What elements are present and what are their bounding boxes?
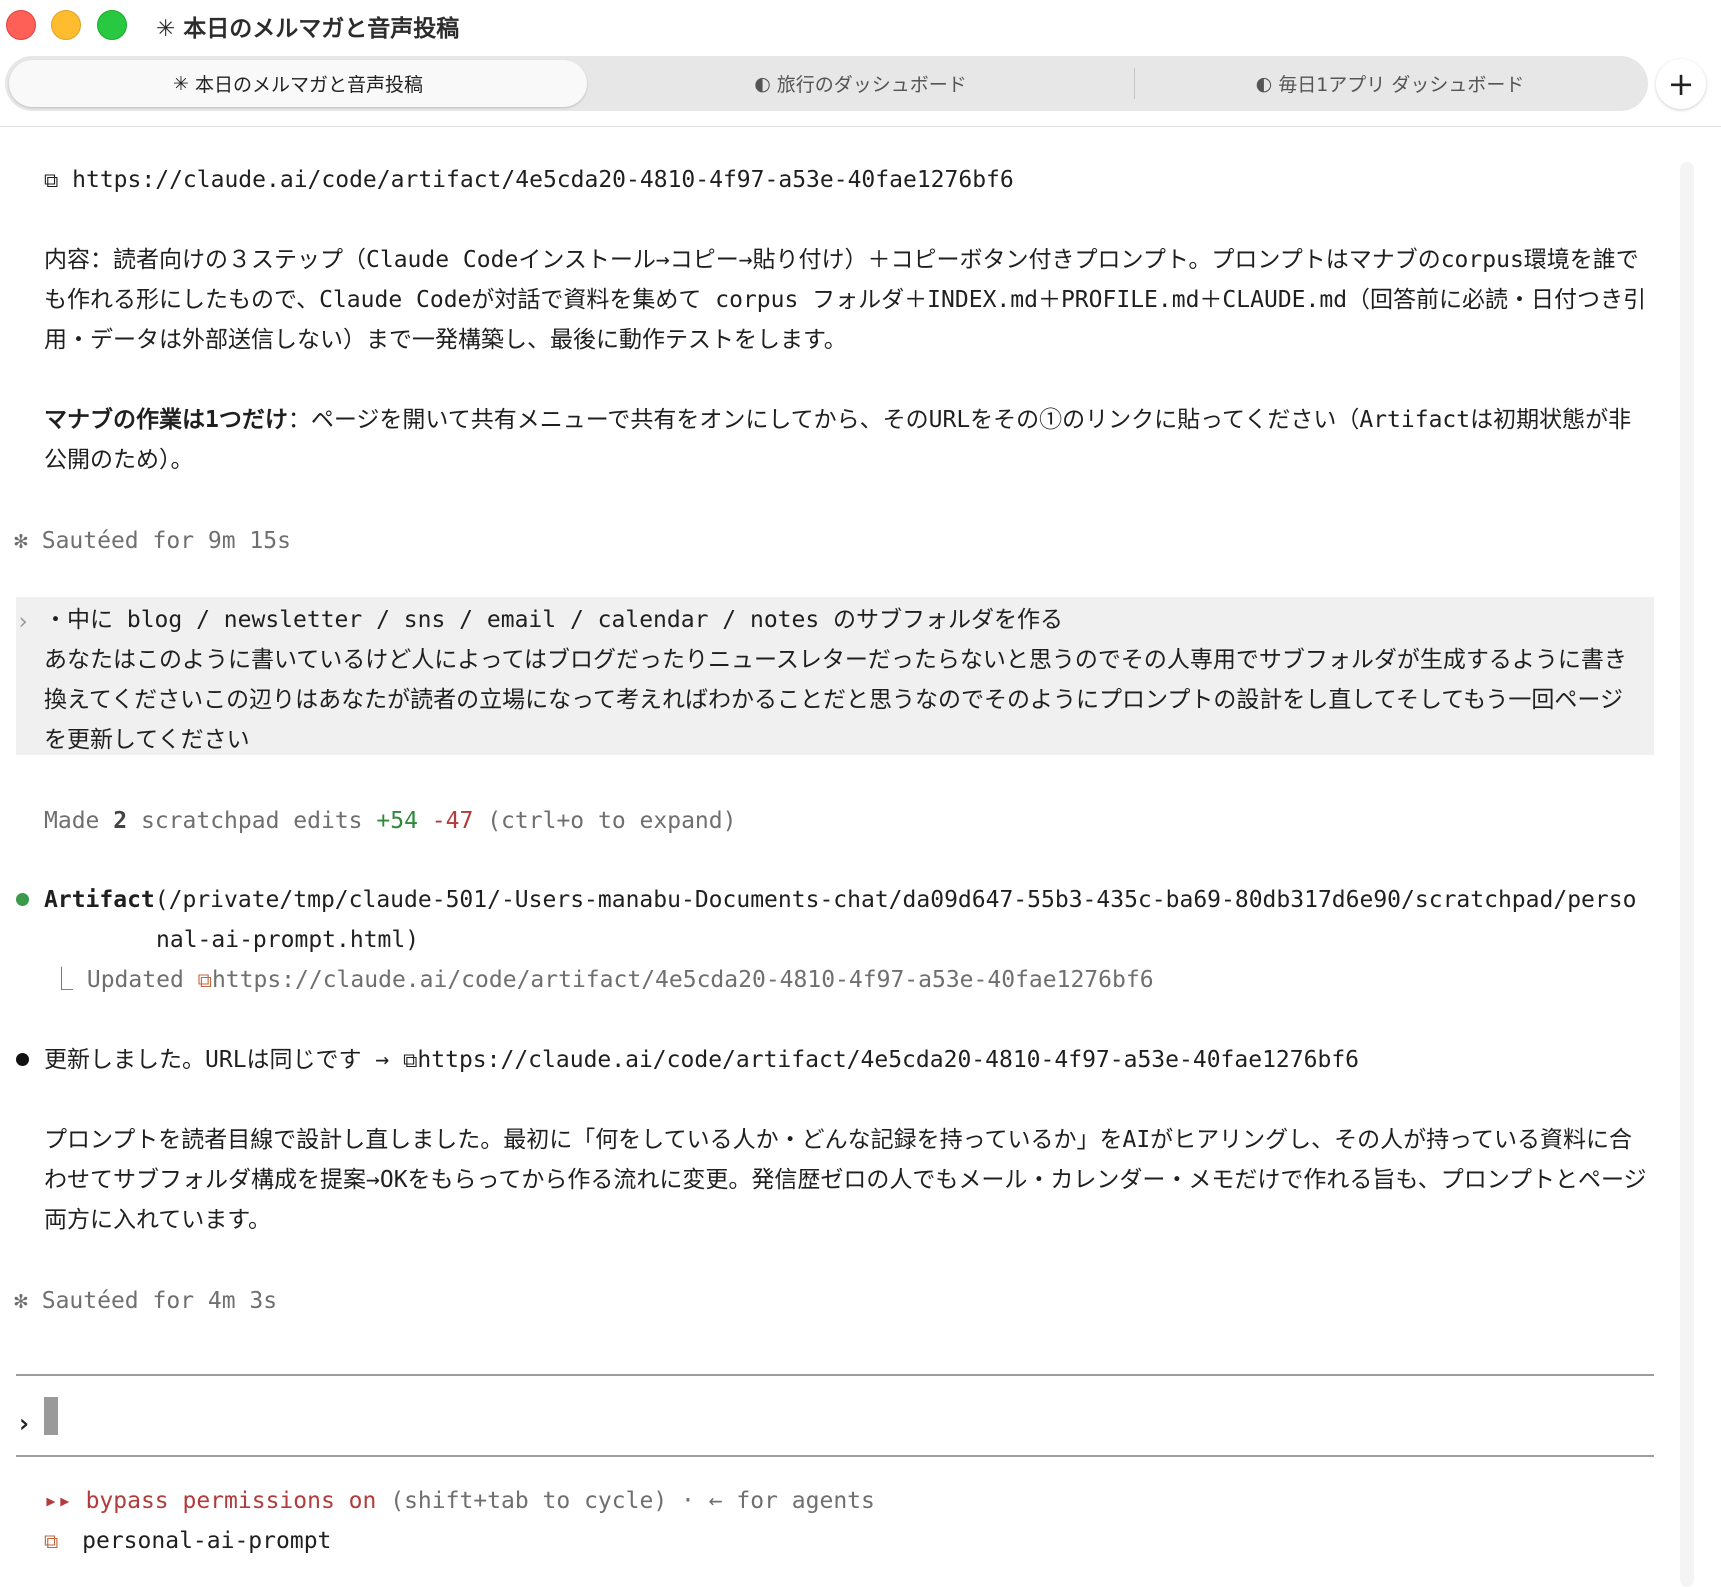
edits-label: scratchpad edits bbox=[140, 808, 363, 834]
tab-strip: ✳ 本日のメルマガと音声投稿 ◐ 旅行のダッシュボード ◐ 毎日1アプリ ダッシ… bbox=[5, 56, 1648, 111]
tab-label: 旅行のダッシュボード bbox=[776, 74, 967, 96]
task-heading: マナブの作業は1つだけ bbox=[44, 407, 288, 433]
sparkle-icon: ✻ bbox=[14, 1288, 28, 1314]
edits-summary[interactable]: Made 2 scratchpad edits +54 -47 (ctrl+o … bbox=[44, 801, 736, 841]
tab-travel-dashboard[interactable]: ◐ 旅行のダッシュボード bbox=[587, 60, 1134, 107]
title-bar: ✳ 本日のメルマガと音声投稿 bbox=[0, 0, 1721, 52]
tool-result: ⎿ Updated ⧉https://claude.ai/code/artifa… bbox=[50, 960, 1154, 1000]
input-top-border bbox=[16, 1374, 1654, 1376]
half-circle-icon: ◐ bbox=[754, 72, 771, 95]
copy-icon: ⧉ bbox=[197, 968, 212, 992]
prompt-chevron-icon: › bbox=[16, 1409, 32, 1439]
input-cursor[interactable] bbox=[44, 1397, 58, 1435]
mode-hint: (shift+tab to cycle) · ← for agents bbox=[390, 1488, 875, 1514]
status-line: ✻ Sautéed for 4m 3s bbox=[14, 1281, 277, 1321]
reply-body: プロンプトを読者目線で設計し直しました。最初に「何をしている人か・どんな記録を持… bbox=[44, 1127, 1647, 1233]
artifact-link-row: ⧉ https://claude.ai/code/artifact/4e5cda… bbox=[44, 160, 1014, 200]
tab-label: 毎日1アプリ ダッシュボード bbox=[1278, 74, 1525, 96]
chevron-right-icon: › bbox=[16, 609, 30, 635]
lines-removed: -47 bbox=[431, 808, 474, 834]
arrow-right-icon: → bbox=[375, 1047, 390, 1073]
tool-path: (/private/tmp/claude-501/-Users-manabu-D… bbox=[154, 887, 1637, 913]
reply-dot bbox=[16, 1053, 29, 1066]
copy-icon: ⧉ bbox=[403, 1048, 418, 1072]
fast-forward-icon: ▸▸ bbox=[44, 1488, 72, 1514]
project-icon: ⧉ bbox=[44, 1529, 59, 1553]
mode-text: bypass permissions on bbox=[85, 1488, 377, 1514]
status-text: Sautéed for 9m 15s bbox=[41, 528, 291, 554]
half-circle-icon: ◐ bbox=[1255, 72, 1273, 95]
asterisk-icon: ✳ bbox=[173, 72, 189, 95]
zoom-window-button[interactable] bbox=[97, 10, 127, 40]
close-window-button[interactable] bbox=[6, 10, 36, 40]
artifact-link[interactable]: https://claude.ai/code/artifact/4e5cda20… bbox=[72, 167, 1014, 193]
reply-lead-line: 更新しました。URLは同じです → ⧉https://claude.ai/cod… bbox=[44, 1040, 1359, 1080]
reply-lead: 更新しました。URLは同じです bbox=[44, 1047, 362, 1073]
tool-call-line2: nal-ai-prompt.html) bbox=[156, 927, 420, 953]
plus-icon: + bbox=[1667, 65, 1695, 103]
scrollbar[interactable] bbox=[1680, 162, 1694, 1587]
divider bbox=[0, 126, 1721, 127]
user-message-text: ・中に blog / newsletter / sns / email / ca… bbox=[44, 607, 1627, 753]
result-label: Updated bbox=[86, 967, 184, 993]
tab-label: 本日のメルマガと音声投稿 bbox=[194, 74, 423, 96]
window-title: ✳ 本日のメルマガと音声投稿 bbox=[156, 16, 460, 42]
branch-icon: ⎿ bbox=[50, 967, 73, 993]
tab-daily-app-dashboard[interactable]: ◐ 毎日1アプリ ダッシュボード bbox=[1135, 60, 1645, 107]
minimize-window-button[interactable] bbox=[51, 10, 81, 40]
edits-made: Made bbox=[44, 808, 100, 834]
sparkle-icon: ✻ bbox=[14, 528, 28, 554]
status-line: ✻ Sautéed for 9m 15s bbox=[14, 521, 291, 561]
tool-status-dot bbox=[16, 893, 29, 906]
tool-call-line1: Artifact(/private/tmp/claude-501/-Users-… bbox=[44, 880, 1636, 920]
status-text: Sautéed for 4m 3s bbox=[41, 1288, 278, 1314]
expand-hint: (ctrl+o to expand) bbox=[487, 808, 737, 834]
permission-mode-line[interactable]: ▸▸ bypass permissions on (shift+tab to c… bbox=[44, 1481, 875, 1521]
project-name: personal-ai-prompt bbox=[82, 1528, 332, 1554]
edits-count: 2 bbox=[113, 808, 128, 834]
reply-link[interactable]: https://claude.ai/code/artifact/4e5cda20… bbox=[417, 1047, 1359, 1073]
tab-newsletter-audio[interactable]: ✳ 本日のメルマガと音声投稿 bbox=[9, 60, 587, 107]
content-paragraph: 内容：読者向けの３ステップ（Claude Codeインストール→コピー→貼り付け… bbox=[44, 247, 1647, 353]
project-line: ⧉ personal-ai-prompt bbox=[44, 1521, 331, 1561]
lines-added: +54 bbox=[376, 808, 418, 834]
task-paragraph: マナブの作業は1つだけ：ページを開いて共有メニューで共有をオンにしてから、そのU… bbox=[44, 400, 1654, 480]
result-link[interactable]: https://claude.ai/code/artifact/4e5cda20… bbox=[212, 967, 1154, 993]
new-tab-button[interactable]: + bbox=[1656, 59, 1706, 109]
copy-icon: ⧉ bbox=[44, 168, 59, 192]
input-bottom-border bbox=[16, 1455, 1654, 1457]
tool-name: Artifact bbox=[44, 887, 155, 913]
